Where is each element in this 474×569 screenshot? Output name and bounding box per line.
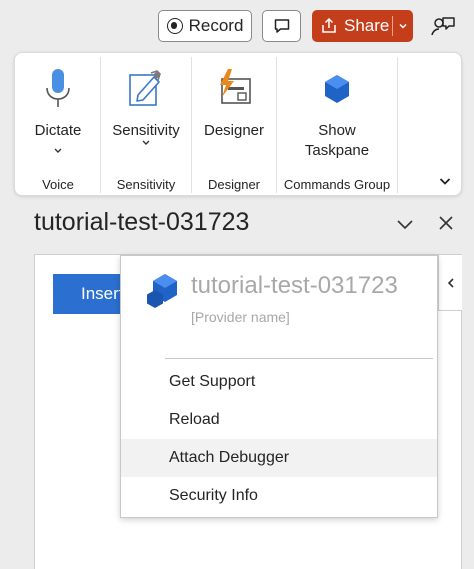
ribbon-display-options-button[interactable] bbox=[433, 171, 457, 191]
designer-button[interactable]: Designer bbox=[192, 59, 276, 174]
addin-info-callout: tutorial-test-031723 [Provider name] Get… bbox=[120, 255, 438, 518]
show-taskpane-button[interactable]: Show Taskpane bbox=[277, 59, 397, 174]
chevron-left-icon bbox=[447, 277, 454, 288]
designer-icon bbox=[214, 67, 254, 111]
taskpane-options-button[interactable] bbox=[393, 212, 417, 236]
menu-item-label: Attach Debugger bbox=[169, 449, 290, 466]
taskpane-info-toggle[interactable] bbox=[438, 255, 462, 311]
ribbon-group-voice: Dictate Voice bbox=[15, 53, 101, 197]
group-name-commands: Commands Group bbox=[283, 177, 391, 192]
sensitivity-label: Sensitivity bbox=[112, 122, 180, 139]
sensitivity-icon bbox=[126, 67, 166, 111]
menu-item-attach-debugger[interactable]: Attach Debugger bbox=[121, 439, 437, 477]
callout-divider bbox=[165, 358, 433, 359]
ribbon: Dictate Voice Sensitivity Sensitivity De… bbox=[14, 52, 462, 196]
ribbon-group-commands: Show Taskpane Commands Group bbox=[277, 53, 397, 197]
menu-item-reload[interactable]: Reload bbox=[121, 401, 437, 439]
share-label: Share bbox=[344, 16, 390, 35]
chevron-down-icon bbox=[142, 140, 150, 145]
ribbon-group-sensitivity: Sensitivity Sensitivity bbox=[101, 53, 191, 197]
group-name-designer: Designer bbox=[207, 177, 261, 192]
record-label: Record bbox=[188, 16, 244, 35]
add-in-icon bbox=[317, 67, 357, 111]
group-name-sensitivity: Sensitivity bbox=[116, 177, 176, 192]
ribbon-group-designer: Designer Designer bbox=[192, 53, 276, 197]
show-taskpane-label-line2: Taskpane bbox=[304, 142, 370, 159]
menu-item-label: Reload bbox=[169, 411, 220, 428]
menu-item-label: Security Info bbox=[169, 487, 258, 504]
dictate-label: Dictate bbox=[34, 122, 82, 139]
designer-label: Designer bbox=[203, 122, 265, 139]
insert-button-label: Insert bbox=[81, 284, 124, 303]
microphone-icon bbox=[38, 67, 78, 111]
share-icon bbox=[322, 17, 336, 33]
sensitivity-button[interactable]: Sensitivity bbox=[101, 59, 191, 174]
share-dropdown-button[interactable] bbox=[393, 10, 413, 42]
coauthoring-button[interactable] bbox=[428, 12, 458, 40]
chevron-down-icon bbox=[439, 178, 451, 185]
record-button[interactable]: Record bbox=[158, 10, 252, 42]
close-icon bbox=[439, 216, 453, 230]
show-taskpane-label: Show Taskpane bbox=[277, 121, 397, 161]
menu-item-label: Get Support bbox=[169, 373, 256, 390]
coauthoring-icon bbox=[431, 17, 455, 36]
dictate-button[interactable]: Dictate bbox=[15, 59, 101, 174]
add-in-logo-icon bbox=[147, 274, 177, 308]
group-name-voice: Voice bbox=[42, 177, 74, 192]
menu-item-security-info[interactable]: Security Info bbox=[121, 477, 437, 515]
taskpane-close-button[interactable] bbox=[434, 211, 458, 235]
share-button[interactable]: Share bbox=[312, 10, 413, 42]
chevron-down-icon bbox=[399, 23, 407, 29]
show-taskpane-label-line1: Show bbox=[318, 122, 356, 139]
menu-item-get-support[interactable]: Get Support bbox=[121, 363, 437, 401]
share-main[interactable]: Share bbox=[312, 10, 392, 42]
comment-button[interactable] bbox=[262, 10, 301, 42]
taskpane-title: tutorial-test-031723 bbox=[34, 208, 250, 236]
chevron-down-icon bbox=[54, 148, 62, 153]
addin-title: tutorial-test-031723 bbox=[191, 272, 398, 299]
comment-icon bbox=[274, 19, 289, 33]
record-icon bbox=[166, 18, 183, 34]
chevron-down-icon bbox=[397, 220, 413, 230]
ribbon-separator bbox=[397, 57, 398, 193]
provider-name: [Provider name] bbox=[191, 309, 290, 325]
